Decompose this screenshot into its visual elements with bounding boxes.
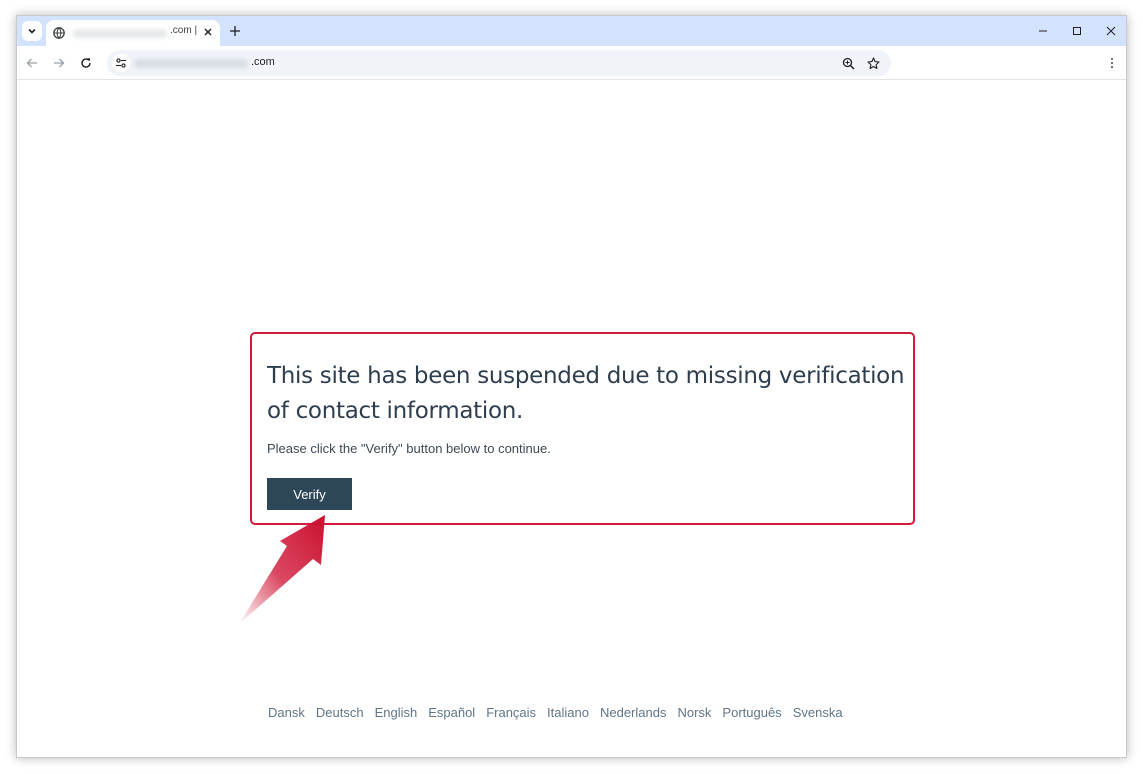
minimize-icon [1039,30,1047,32]
active-tab[interactable]: .com | [46,20,220,46]
language-link-nederlands[interactable]: Nederlands [600,705,667,720]
language-link-svenska[interactable]: Svenska [793,705,843,720]
language-selector: Dansk Deutsch English Español Français I… [268,705,854,720]
minimize-button[interactable] [1034,22,1052,40]
language-link-espanol[interactable]: Español [428,705,475,720]
chevron-down-icon [28,28,36,34]
browser-window: .com | .com This site has been suspended… [16,15,1127,758]
language-link-english[interactable]: English [375,705,418,720]
notice-instruction: Please click the "Verify" button below t… [267,441,551,456]
forward-button[interactable] [50,54,68,72]
language-link-norsk[interactable]: Norsk [677,705,711,720]
new-tab-button[interactable] [226,22,244,40]
site-info-button[interactable] [112,54,130,72]
tab-search-button[interactable] [22,21,42,41]
browser-toolbar: .com [17,46,1126,80]
annotation-arrow [239,515,325,624]
address-bar[interactable]: .com [107,50,891,76]
tab-close-button[interactable] [200,24,216,40]
browser-menu-button[interactable] [1107,54,1117,72]
arrow-left-icon [26,58,37,68]
tune-icon [116,58,126,68]
language-link-portugues[interactable]: Português [722,705,781,720]
zoom-in-icon [842,57,855,70]
arrow-right-icon [54,58,65,68]
url-text: .com [251,56,275,68]
language-link-italiano[interactable]: Italiano [547,705,589,720]
reload-button[interactable] [77,54,95,72]
close-icon [1106,26,1116,36]
back-button[interactable] [23,54,41,72]
kebab-menu-icon [1111,58,1113,68]
maximize-icon [1073,27,1081,35]
star-icon [866,56,880,69]
plus-icon [230,26,240,36]
bookmark-button[interactable] [864,54,882,72]
globe-icon [53,26,65,44]
suspension-notice: This site has been suspended due to miss… [250,332,915,525]
close-icon [204,28,212,36]
maximize-button[interactable] [1068,22,1086,40]
tab-title: .com | [170,25,198,36]
close-window-button[interactable] [1102,22,1120,40]
tab-strip: .com | [17,16,1126,46]
zoom-button[interactable] [839,54,857,72]
language-link-francais[interactable]: Français [486,705,536,720]
language-link-deutsch[interactable]: Deutsch [316,705,364,720]
url-redacted [134,59,248,68]
tab-title-redacted [73,29,167,38]
page-content: This site has been suspended due to miss… [17,81,1126,757]
notice-title: This site has been suspended due to miss… [267,363,905,424]
reload-icon [81,58,91,68]
language-link-dansk[interactable]: Dansk [268,705,305,720]
